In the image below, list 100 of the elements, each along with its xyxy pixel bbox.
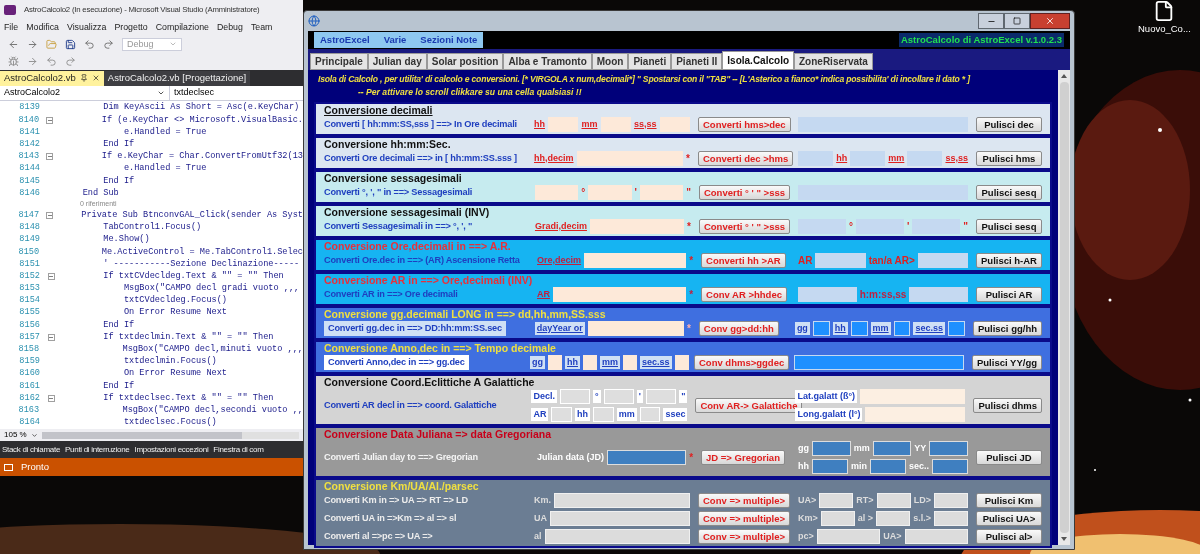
- input-field[interactable]: [812, 321, 830, 336]
- menu-item[interactable]: Progetto: [114, 21, 148, 35]
- menu-item[interactable]: Visualizza: [66, 21, 107, 35]
- menu-item[interactable]: Compilazione: [155, 21, 209, 35]
- close-icon[interactable]: [91, 74, 100, 83]
- clear-button[interactable]: Pulisci dec: [976, 117, 1042, 132]
- input-field[interactable]: [588, 185, 632, 200]
- convert-button[interactable]: Conv AR >hhdec: [701, 287, 787, 302]
- input-field[interactable]: [583, 355, 597, 370]
- undo-icon[interactable]: [84, 38, 95, 50]
- menu-item[interactable]: Debug: [216, 21, 243, 35]
- clear-button[interactable]: Pulisci YY/gg: [972, 355, 1042, 370]
- maximize-button[interactable]: [1004, 13, 1030, 29]
- desktop-icon[interactable]: Nuovo_Co...: [1138, 0, 1191, 37]
- input-field[interactable]: [909, 287, 968, 302]
- tool-window-tab[interactable]: Finestra di com: [213, 443, 264, 456]
- clear-button[interactable]: Pulisci gg/hh: [972, 321, 1042, 336]
- input-field[interactable]: [794, 355, 964, 370]
- input-field[interactable]: [865, 407, 966, 422]
- folder-icon[interactable]: [46, 38, 57, 50]
- tab[interactable]: Principale: [310, 53, 368, 70]
- clear-button[interactable]: Pulisci h-AR: [976, 253, 1042, 268]
- redo-icon[interactable]: [103, 38, 114, 50]
- convert-button[interactable]: Converti ° ' " >sss: [698, 219, 790, 234]
- collapse-icon[interactable]: [46, 153, 54, 161]
- menu-item[interactable]: File: [4, 21, 19, 35]
- zoom-dropdown[interactable]: 105 %: [4, 429, 38, 442]
- input-field[interactable]: [659, 117, 690, 132]
- input-field[interactable]: [870, 459, 906, 474]
- input-field[interactable]: [639, 185, 684, 200]
- collapse-icon[interactable]: [46, 116, 54, 124]
- input-field[interactable]: [548, 117, 579, 132]
- redo-icon[interactable]: [65, 55, 76, 67]
- convert-button[interactable]: Converti dec >hms: [698, 151, 794, 166]
- tab[interactable]: Moon: [591, 53, 629, 70]
- input-field[interactable]: [576, 151, 684, 166]
- input-field[interactable]: [589, 219, 685, 234]
- input-field[interactable]: [917, 253, 968, 268]
- back-icon[interactable]: [8, 38, 19, 50]
- minimize-button[interactable]: [978, 13, 1004, 29]
- input-field[interactable]: [929, 441, 968, 456]
- close-button[interactable]: [1030, 13, 1070, 29]
- menu-item[interactable]: Sezioni Note: [420, 32, 478, 48]
- input-field[interactable]: [674, 355, 689, 370]
- member-dropdown[interactable]: txtdeclsec: [170, 85, 290, 100]
- horizontal-scrollbar[interactable]: [41, 431, 299, 439]
- menu-item[interactable]: Modifica: [26, 21, 59, 35]
- forward-icon[interactable]: [27, 38, 38, 50]
- clear-button[interactable]: Pulisci sesq: [976, 219, 1042, 234]
- input-field[interactable]: [812, 441, 851, 456]
- vertical-scrollbar[interactable]: [1058, 70, 1070, 545]
- input-field[interactable]: [607, 450, 687, 465]
- convert-button[interactable]: Conv => multiple>: [698, 529, 791, 544]
- tab[interactable]: Pianeti II: [671, 53, 723, 70]
- clear-button[interactable]: Pulisci hms: [976, 151, 1042, 166]
- tab[interactable]: Alba e Tramonto: [503, 53, 592, 70]
- pin-icon[interactable]: [79, 74, 88, 83]
- menu-item[interactable]: Varie: [383, 32, 407, 48]
- clear-button[interactable]: Pulisci al>: [976, 529, 1042, 544]
- input-field[interactable]: [948, 321, 965, 336]
- tab[interactable]: ZoneRiservata: [794, 53, 873, 70]
- clear-button[interactable]: Pulisci sesq: [976, 185, 1042, 200]
- collapse-icon[interactable]: [47, 394, 55, 402]
- convert-button[interactable]: Converti ° ' " >sss: [698, 185, 790, 200]
- input-field[interactable]: [798, 287, 857, 302]
- collapse-icon[interactable]: [47, 333, 55, 341]
- input-field[interactable]: [932, 459, 968, 474]
- input-field[interactable]: [584, 253, 687, 268]
- input-field[interactable]: [553, 287, 687, 302]
- tool-window-tab[interactable]: Punti di interruzione: [65, 443, 130, 456]
- tool-window-tab[interactable]: Stack di chiamate: [2, 443, 61, 456]
- step-icon[interactable]: [27, 55, 38, 67]
- undo-icon[interactable]: [46, 55, 57, 67]
- menu-item[interactable]: AstroExcel: [320, 32, 370, 48]
- clear-button[interactable]: Pulisci Km: [976, 493, 1042, 508]
- tool-window-tab[interactable]: Impostazioni eccezioni: [134, 443, 209, 456]
- bug-icon[interactable]: [8, 55, 19, 67]
- convert-button[interactable]: JD => Gregorian: [701, 450, 785, 465]
- tab[interactable]: Solar position: [426, 53, 504, 70]
- input-field[interactable]: [860, 389, 966, 404]
- tab[interactable]: Julian day: [367, 53, 427, 70]
- tab[interactable]: Pianeti: [628, 53, 672, 70]
- input-field[interactable]: [812, 459, 848, 474]
- collapse-icon[interactable]: [47, 272, 55, 280]
- clear-button[interactable]: Pulisci AR: [976, 287, 1042, 302]
- convert-button[interactable]: Converti hh >AR: [701, 253, 786, 268]
- input-field[interactable]: [534, 185, 579, 200]
- tab[interactable]: Isola.Calcolo: [722, 51, 794, 70]
- input-field[interactable]: [623, 355, 637, 370]
- clear-button[interactable]: Pulisci dhms: [973, 398, 1042, 413]
- convert-button[interactable]: Converti hms>dec: [698, 117, 791, 132]
- menu-item[interactable]: Team: [250, 21, 273, 35]
- input-field[interactable]: [815, 253, 866, 268]
- save-icon[interactable]: [65, 38, 76, 50]
- input-field[interactable]: [548, 355, 562, 370]
- convert-button[interactable]: Conv => multiple>: [698, 493, 791, 508]
- editor-tab[interactable]: AstroCalcolo2.vb [Progettazione]: [103, 70, 251, 86]
- clear-button[interactable]: Pulisci UA>: [976, 511, 1042, 526]
- input-field[interactable]: [587, 321, 684, 336]
- project-dropdown[interactable]: AstroCalcolo2: [0, 85, 170, 100]
